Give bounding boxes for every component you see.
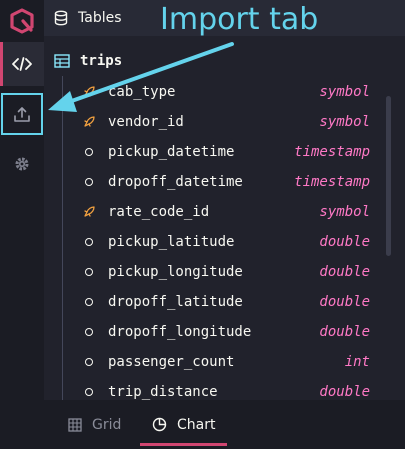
sidebar-item-import[interactable] bbox=[0, 92, 44, 136]
column-item[interactable]: dropoff_latitude double bbox=[80, 290, 370, 314]
sidebar-item-settings[interactable] bbox=[0, 142, 44, 186]
symbol-icon bbox=[80, 85, 98, 99]
schema-panel: Tables trips cab_type symbol vendor_id symb… bbox=[44, 0, 405, 400]
column-type: symbol bbox=[319, 114, 370, 130]
column-type: double bbox=[319, 294, 370, 310]
column-item[interactable]: pickup_latitude double bbox=[80, 230, 370, 254]
chart-pie-icon bbox=[152, 417, 167, 432]
column-name: dropoff_longitude bbox=[108, 324, 252, 340]
scrollbar[interactable] bbox=[384, 40, 394, 400]
tree-guide-line bbox=[62, 76, 63, 400]
column-type: timestamp bbox=[294, 174, 370, 190]
result-tabs: Grid Chart bbox=[44, 400, 405, 449]
panel-title: Tables bbox=[78, 10, 122, 26]
column-name: pickup_latitude bbox=[108, 234, 235, 250]
column-item[interactable]: trip_distance double bbox=[80, 380, 370, 400]
column-item[interactable]: vendor_id symbol bbox=[80, 110, 370, 134]
questdb-logo-icon bbox=[10, 8, 34, 34]
circle-icon bbox=[80, 358, 98, 366]
column-type: symbol bbox=[319, 84, 370, 100]
column-type: double bbox=[319, 234, 370, 250]
table-item-trips[interactable]: trips bbox=[54, 50, 122, 72]
column-type: double bbox=[319, 324, 370, 340]
column-type: double bbox=[319, 384, 370, 400]
circle-icon bbox=[80, 178, 98, 186]
column-name: dropoff_latitude bbox=[108, 294, 243, 310]
circle-icon bbox=[80, 328, 98, 336]
circle-icon bbox=[80, 148, 98, 156]
column-name: vendor_id bbox=[108, 114, 184, 130]
upload-icon bbox=[14, 107, 30, 122]
grid-icon bbox=[68, 417, 82, 432]
column-name: cab_type bbox=[108, 84, 176, 100]
circle-icon bbox=[80, 268, 98, 276]
gear-icon bbox=[15, 157, 29, 171]
column-name: passenger_count bbox=[108, 354, 235, 370]
symbol-icon bbox=[80, 115, 98, 129]
column-item[interactable]: passenger_count int bbox=[80, 350, 370, 374]
scrollbar-thumb[interactable] bbox=[386, 96, 391, 256]
sidebar-item-code[interactable] bbox=[0, 42, 44, 86]
table-name: trips bbox=[80, 53, 123, 69]
symbol-icon bbox=[80, 205, 98, 219]
tab-grid[interactable]: Grid bbox=[68, 400, 121, 449]
left-sidebar bbox=[0, 0, 44, 449]
column-item[interactable]: pickup_longitude double bbox=[80, 260, 370, 284]
tab-grid-label: Grid bbox=[92, 416, 122, 433]
column-item[interactable]: pickup_datetime timestamp bbox=[80, 140, 370, 164]
column-type: timestamp bbox=[294, 144, 370, 160]
schema-tree: trips cab_type symbol vendor_id symbol picku… bbox=[44, 44, 384, 400]
column-name: dropoff_datetime bbox=[108, 174, 243, 190]
tab-chart-label: Chart bbox=[177, 416, 216, 433]
column-type: symbol bbox=[319, 204, 370, 220]
tab-chart[interactable]: Chart bbox=[140, 400, 228, 449]
column-item[interactable]: cab_type symbol bbox=[80, 80, 370, 104]
column-item[interactable]: dropoff_datetime timestamp bbox=[80, 170, 370, 194]
column-type: double bbox=[319, 264, 370, 280]
table-icon bbox=[54, 54, 70, 68]
circle-icon bbox=[80, 238, 98, 246]
column-name: pickup_datetime bbox=[108, 144, 235, 160]
column-name: pickup_longitude bbox=[108, 264, 243, 280]
column-name: trip_distance bbox=[108, 384, 218, 400]
column-item[interactable]: dropoff_longitude double bbox=[80, 320, 370, 344]
circle-icon bbox=[80, 298, 98, 306]
code-icon bbox=[12, 57, 32, 71]
annotation-label: Import tab bbox=[160, 2, 319, 37]
column-type: int bbox=[344, 354, 370, 370]
circle-icon bbox=[80, 388, 98, 396]
column-name: rate_code_id bbox=[108, 204, 210, 220]
column-item[interactable]: rate_code_id symbol bbox=[80, 200, 370, 224]
database-icon bbox=[54, 10, 68, 26]
